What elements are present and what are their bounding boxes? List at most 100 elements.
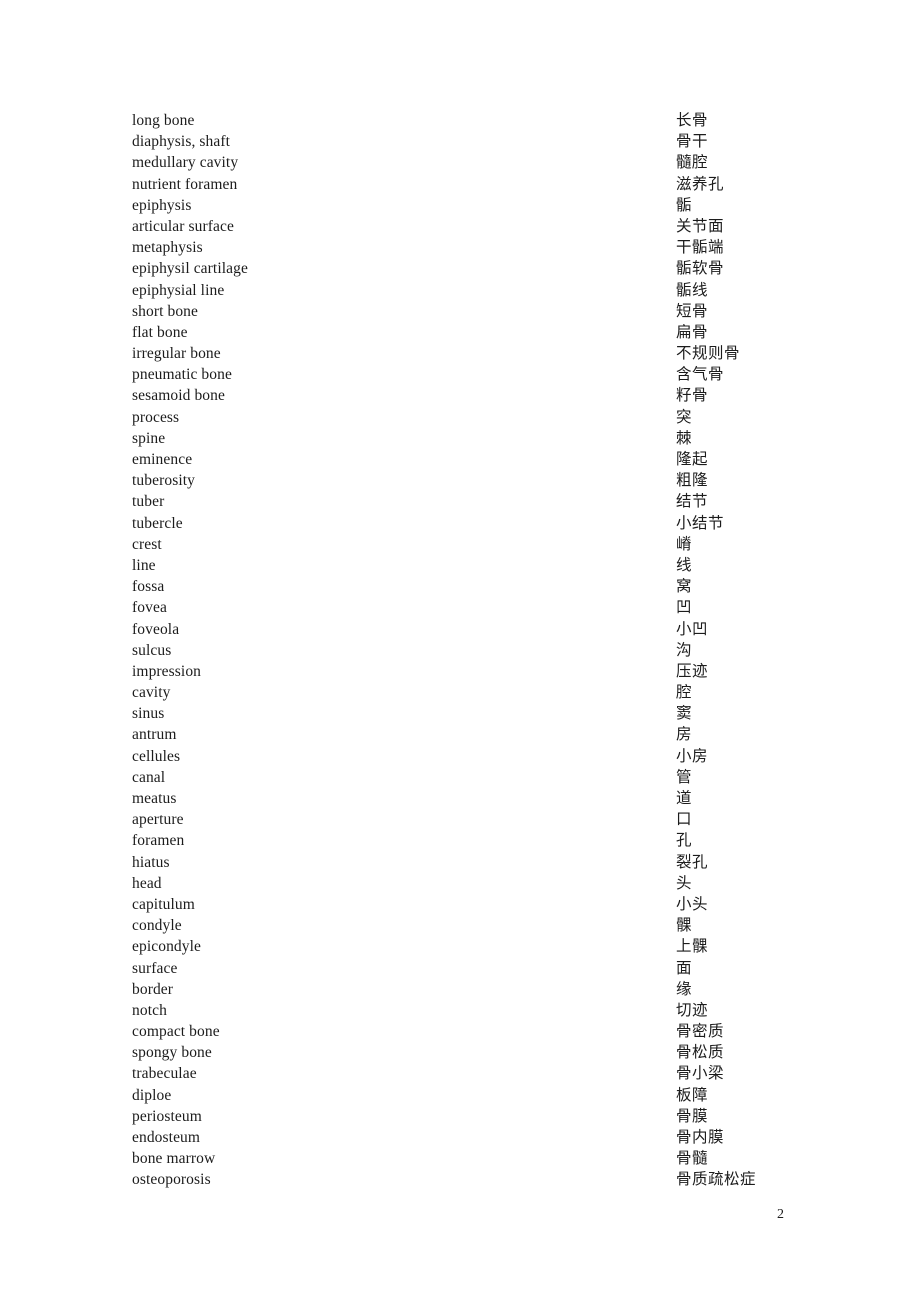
term-chinese: 头: [676, 873, 693, 892]
term-english: surface: [132, 959, 178, 977]
term-english: bone marrow: [132, 1150, 216, 1168]
glossary-row: short bone 短骨: [132, 301, 792, 322]
term-chinese: 小凹: [676, 619, 709, 638]
term-chinese: 骨质疏松症: [676, 1170, 757, 1189]
term-english: fovea: [132, 599, 167, 617]
glossary-row: cavity 腔: [132, 682, 792, 703]
glossary-row: spine 棘: [132, 428, 792, 449]
glossary-row: pneumatic bone 含气骨: [132, 364, 792, 385]
term-english: sinus: [132, 705, 165, 723]
term-english: articular surface: [132, 217, 234, 235]
glossary-row: foramen 孔: [132, 830, 792, 851]
glossary-row: process 突: [132, 407, 792, 428]
term-chinese: 不规则骨: [676, 344, 741, 363]
glossary-row: border 缘: [132, 979, 792, 1000]
term-english: hiatus: [132, 853, 170, 871]
glossary-row: fovea 凹: [132, 597, 792, 618]
glossary-row: capitulum 小头: [132, 894, 792, 915]
term-chinese: 长骨: [676, 111, 709, 129]
term-chinese: 扁骨: [676, 322, 709, 341]
term-chinese: 结节: [676, 492, 709, 511]
term-chinese: 骨密质: [676, 1022, 725, 1041]
term-chinese: 线: [676, 555, 693, 574]
term-chinese: 含气骨: [676, 365, 725, 384]
term-chinese: 骨小梁: [676, 1064, 725, 1083]
glossary-row: spongy bone 骨松质: [132, 1042, 792, 1063]
term-english: diaphysis, shaft: [132, 133, 231, 151]
term-chinese: 籽骨: [676, 386, 709, 405]
term-english: meatus: [132, 790, 177, 807]
glossary-row: canal 管: [132, 767, 792, 788]
term-english: epiphysis: [132, 196, 192, 214]
glossary-row: condyle 髁: [132, 915, 792, 936]
glossary-row: trabeculae 骨小梁: [132, 1063, 792, 1084]
term-chinese: 滋养孔: [676, 174, 725, 193]
term-english: tuber: [132, 493, 165, 511]
term-english: medullary cavity: [132, 154, 239, 172]
glossary-row: long bone 长骨: [132, 110, 792, 131]
term-chinese: 腔: [676, 683, 693, 702]
term-english: flat bone: [132, 323, 188, 341]
term-english: irregular bone: [132, 345, 221, 363]
glossary-row: epiphysis 骺: [132, 195, 792, 216]
term-chinese: 沟: [676, 640, 693, 659]
glossary-row: surface 面: [132, 958, 792, 979]
term-english: periosteum: [132, 1107, 202, 1125]
glossary-row: sinus 窦: [132, 703, 792, 724]
term-english: canal: [132, 768, 166, 786]
term-english: diploe: [132, 1086, 172, 1104]
glossary-row: cellules 小房: [132, 746, 792, 767]
glossary-row: articular surface 关节面: [132, 216, 792, 237]
term-english: long bone: [132, 112, 195, 129]
glossary-row: epiphysil cartilage 骺软骨: [132, 258, 792, 279]
term-english: head: [132, 874, 162, 892]
term-english: osteoporosis: [132, 1171, 211, 1189]
term-english: process: [132, 408, 180, 426]
term-english: cavity: [132, 684, 171, 702]
glossary-row: meatus 道: [132, 788, 792, 809]
term-chinese: 口: [676, 810, 693, 829]
term-chinese: 切迹: [676, 1000, 709, 1019]
glossary-row: tuberosity 粗隆: [132, 470, 792, 491]
glossary-row: nutrient foramen 滋养孔: [132, 174, 792, 195]
term-chinese: 窦: [676, 704, 693, 723]
document-page: long bone 长骨 diaphysis, shaft 骨干 medullary c…: [0, 0, 920, 1302]
glossary-row: head 头: [132, 873, 792, 894]
term-chinese: 突: [676, 407, 693, 426]
term-chinese: 骨松质: [676, 1043, 725, 1062]
term-chinese: 隆起: [676, 450, 709, 468]
term-chinese: 板障: [676, 1085, 709, 1104]
term-chinese: 骨干: [676, 132, 709, 151]
term-chinese: 压迹: [676, 661, 709, 680]
term-english: tubercle: [132, 514, 183, 532]
term-chinese: 骺线: [676, 280, 709, 299]
glossary-row: tubercle 小结节: [132, 513, 792, 534]
glossary-row: periosteum 骨膜: [132, 1106, 792, 1127]
term-english: compact bone: [132, 1023, 220, 1041]
term-english: short bone: [132, 302, 199, 320]
term-english: epiphysil cartilage: [132, 260, 248, 278]
glossary-row: compact bone 骨密质: [132, 1021, 792, 1042]
glossary-row: metaphysis 干骺端: [132, 237, 792, 258]
term-english: fossa: [132, 578, 165, 596]
glossary-row: sulcus 沟: [132, 640, 792, 661]
term-english: aperture: [132, 811, 184, 829]
glossary-row: fossa 窝: [132, 576, 792, 597]
term-english: sesamoid bone: [132, 387, 225, 405]
term-chinese: 关节面: [676, 216, 725, 235]
term-english: trabeculae: [132, 1065, 197, 1083]
glossary-row: diaphysis, shaft 骨干: [132, 131, 792, 152]
glossary-row: aperture 口: [132, 809, 792, 830]
term-english: crest: [132, 535, 162, 553]
term-chinese: 干骺端: [676, 238, 725, 257]
term-chinese: 骺软骨: [676, 259, 725, 278]
term-english: sulcus: [132, 641, 172, 659]
glossary-row: foveola 小凹: [132, 619, 792, 640]
term-english: foramen: [132, 832, 185, 850]
term-chinese: 小结节: [676, 513, 725, 532]
term-chinese: 骨内膜: [676, 1128, 725, 1146]
term-chinese: 嵴: [676, 534, 693, 553]
term-chinese: 上髁: [676, 937, 709, 956]
glossary-row: tuber 结节: [132, 491, 792, 512]
glossary-row: eminence 隆起: [132, 449, 792, 470]
